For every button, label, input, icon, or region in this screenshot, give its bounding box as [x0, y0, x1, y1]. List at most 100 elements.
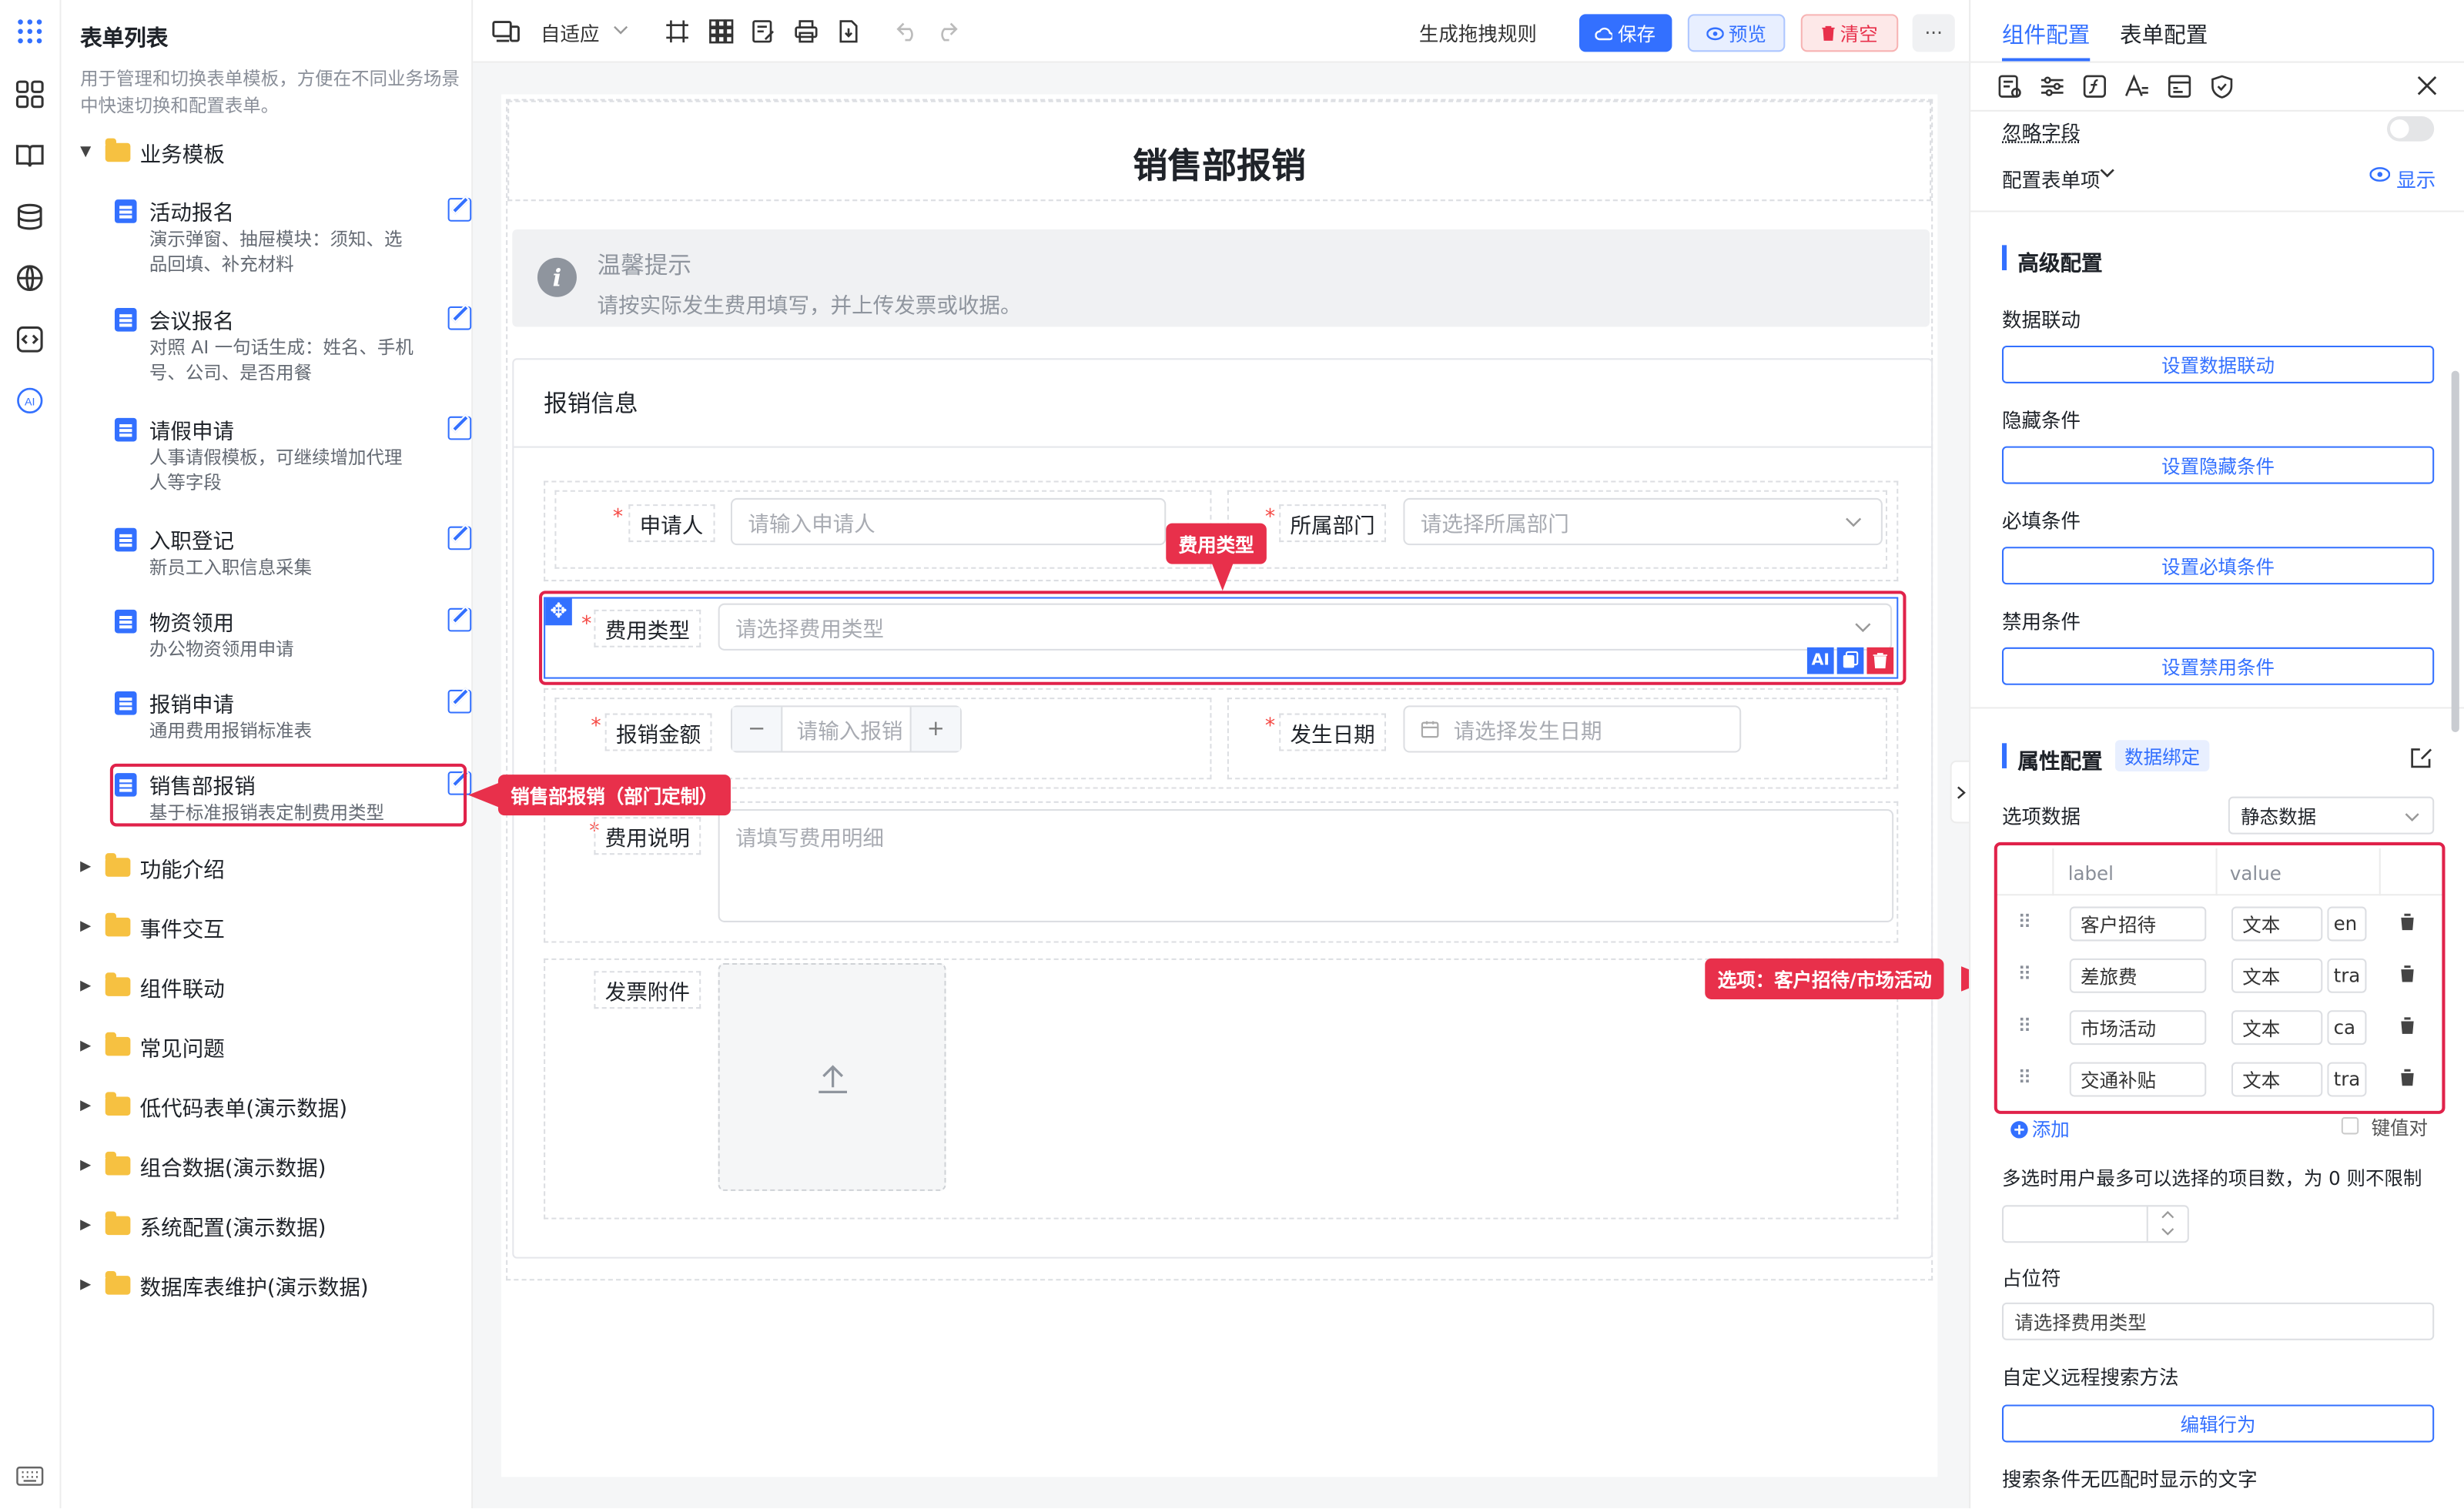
globe-icon[interactable]	[14, 263, 45, 294]
amount-label: 报销金额	[604, 713, 712, 751]
folder-business-templates[interactable]: ▼ 业务模板	[80, 137, 225, 168]
folder-lowcode[interactable]: ▶ 低代码表单(演示数据)	[80, 1090, 347, 1122]
ignore-field-toggle[interactable]	[2386, 116, 2435, 142]
frame-icon[interactable]	[665, 18, 690, 44]
ignore-field-label: 忽略字段	[2001, 121, 2081, 145]
set-disabled-condition-button[interactable]: 设置禁用条件	[2001, 647, 2435, 685]
edit-form-icon[interactable]	[752, 18, 777, 44]
form-item-name: 会议报名	[149, 309, 235, 335]
department-select[interactable]: 请选择所属部门	[1403, 497, 1883, 546]
folder-combo-data[interactable]: ▶ 组合数据(演示数据)	[80, 1150, 326, 1182]
amount-placeholder: 请输入报销	[796, 719, 903, 745]
document-icon	[114, 691, 137, 715]
keyboard-icon[interactable]	[14, 1461, 45, 1493]
chevron-down-icon[interactable]	[2161, 1227, 2174, 1236]
device-icon[interactable]	[492, 18, 521, 44]
chevron-up-icon[interactable]	[2161, 1210, 2174, 1219]
section-divider	[514, 446, 1932, 448]
font-style-icon[interactable]	[2124, 74, 2150, 99]
form-item-onboarding[interactable]: 入职登记 新员工入职信息采集	[114, 524, 500, 587]
document-icon	[114, 199, 137, 223]
set-data-link-button[interactable]: 设置数据联动	[2001, 345, 2435, 383]
add-option-button[interactable]: 添加	[2010, 1116, 2070, 1143]
placeholder-input[interactable]: 请选择费用类型	[2001, 1302, 2435, 1340]
form-item-expense-request[interactable]: 报销申请 通用费用报销标准表	[114, 687, 500, 750]
folder-features[interactable]: ▶ 功能介绍	[80, 852, 225, 883]
scrollbar-thumb[interactable]	[2451, 370, 2459, 733]
edit-icon[interactable]	[447, 306, 472, 330]
edit-icon[interactable]	[447, 526, 472, 550]
folder-icon	[105, 138, 131, 162]
edit-icon[interactable]	[447, 198, 472, 222]
caret-right-icon: ▶	[80, 859, 92, 875]
sliders-icon[interactable]	[2040, 74, 2065, 99]
folder-linkage[interactable]: ▶ 组件联动	[80, 971, 225, 1002]
print-icon[interactable]	[794, 18, 819, 44]
more-button[interactable]: ···	[1912, 14, 1955, 52]
edit-icon[interactable]	[447, 416, 472, 440]
layout-icon[interactable]	[2167, 74, 2192, 99]
function-icon[interactable]	[2082, 74, 2107, 99]
tab-form-config[interactable]: 表单配置	[2120, 18, 2208, 50]
amount-input[interactable]: − 请输入报销 +	[730, 705, 962, 753]
close-icon[interactable]	[2417, 75, 2438, 96]
shield-icon[interactable]	[2209, 74, 2235, 99]
layout-mode-select[interactable]: 自适应	[541, 17, 600, 47]
clear-button[interactable]: 清空	[1800, 14, 1899, 52]
redo-icon[interactable]	[933, 21, 959, 43]
callout-arrow-down	[1211, 562, 1234, 591]
set-hide-condition-button[interactable]: 设置隐藏条件	[2001, 446, 2435, 484]
form-item-activity-signup[interactable]: 活动报名 演示弹窗、抽屉模块：须知、选品回填、补充材料	[114, 195, 500, 289]
data-binding-tag[interactable]: 数据绑定	[2114, 740, 2210, 772]
folder-system-config[interactable]: ▶ 系统配置(演示数据)	[80, 1210, 326, 1241]
kv-checkbox[interactable]	[2341, 1117, 2359, 1135]
undo-icon[interactable]	[896, 21, 921, 43]
document-icon	[114, 307, 137, 332]
save-button[interactable]: 保存	[1579, 14, 1672, 52]
preview-button[interactable]: 预览	[1687, 14, 1786, 52]
tab-component-config[interactable]: 组件配置	[2002, 18, 2090, 50]
edit-icon[interactable]	[447, 607, 472, 632]
database-icon[interactable]	[14, 201, 45, 233]
required-mark: *	[1264, 714, 1276, 739]
set-required-condition-button[interactable]: 设置必填条件	[2001, 547, 2435, 585]
form-item-desc: 对照 AI 一句话生成：姓名、手机号、公司、是否用餐	[149, 336, 413, 383]
folder-faq[interactable]: ▶ 常见问题	[80, 1031, 225, 1062]
applicant-input[interactable]: 请输入申请人	[730, 497, 1167, 546]
description-textarea[interactable]: 请填写费用明细	[718, 809, 1894, 922]
folder-events[interactable]: ▶ 事件交互	[80, 912, 225, 942]
edit-icon[interactable]	[2411, 746, 2433, 768]
divider	[1970, 210, 2464, 212]
config-item-dropdown[interactable]: 配置表单项	[2002, 163, 2101, 193]
date-picker[interactable]: 请选择发生日期	[1403, 705, 1742, 753]
form-item-meeting-signup[interactable]: 会议报名 对照 AI 一句话生成：姓名、手机号、公司、是否用餐	[114, 303, 500, 397]
increment-button[interactable]: +	[909, 707, 960, 751]
form-item-supplies[interactable]: 物资领用 办公物资领用申请	[114, 605, 500, 668]
form-item-leave-request[interactable]: 请假申请 人事请假模板，可继续增加代理人等字段	[114, 413, 500, 507]
options-mode-select[interactable]: 静态数据	[2228, 796, 2435, 835]
edit-behavior-button[interactable]: 编辑行为	[2001, 1404, 2435, 1443]
section-title: 报销信息	[544, 390, 638, 418]
book-icon[interactable]	[14, 140, 45, 172]
form-item-name: 活动报名	[149, 201, 235, 226]
upload-area[interactable]	[718, 963, 946, 1191]
generate-rule-button[interactable]: 生成拖拽规则	[1419, 17, 1537, 47]
number-stepper[interactable]	[2146, 1206, 2188, 1242]
grid-layout-icon[interactable]	[708, 18, 734, 44]
props-icon[interactable]	[1997, 74, 2023, 99]
show-toggle[interactable]: 显示	[2396, 163, 2436, 193]
import-icon[interactable]	[836, 18, 862, 44]
folder-db-maintenance[interactable]: ▶ 数据库表维护(演示数据)	[80, 1270, 369, 1301]
edit-icon[interactable]	[447, 689, 472, 714]
max-count-input[interactable]	[2001, 1205, 2189, 1243]
apps-icon[interactable]	[14, 15, 45, 47]
chevron-down-icon	[2405, 813, 2419, 822]
cloud-icon	[1595, 26, 1613, 40]
code-icon[interactable]	[14, 323, 45, 355]
section-marker	[2001, 245, 2007, 271]
form-list-title: 表单列表	[80, 26, 169, 52]
decrement-button[interactable]: −	[732, 707, 783, 751]
ai-icon[interactable]: AI	[14, 385, 45, 417]
grid-icon[interactable]	[14, 79, 45, 110]
collapse-panel-button[interactable]	[1950, 760, 1971, 824]
